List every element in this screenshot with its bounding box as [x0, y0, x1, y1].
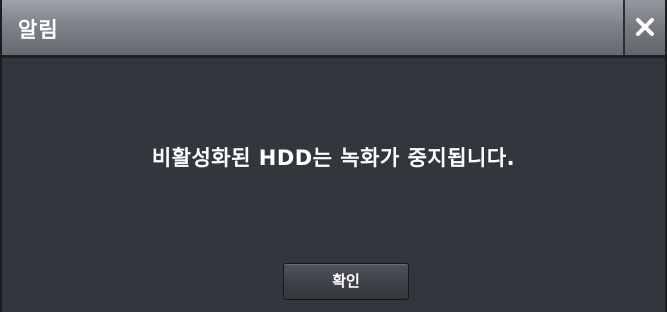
dialog-titlebar: 알림 [2, 0, 665, 58]
close-button[interactable] [623, 0, 665, 55]
dialog-message: 비활성화된 HDD는 녹화가 중지됩니다. [151, 146, 516, 170]
dialog-title: 알림 [18, 18, 59, 42]
close-icon [636, 18, 654, 36]
confirm-button[interactable]: 확인 [283, 263, 409, 300]
alert-dialog: 알림 비활성화된 HDD는 녹화가 중지됩니다. 확인 [0, 0, 667, 312]
